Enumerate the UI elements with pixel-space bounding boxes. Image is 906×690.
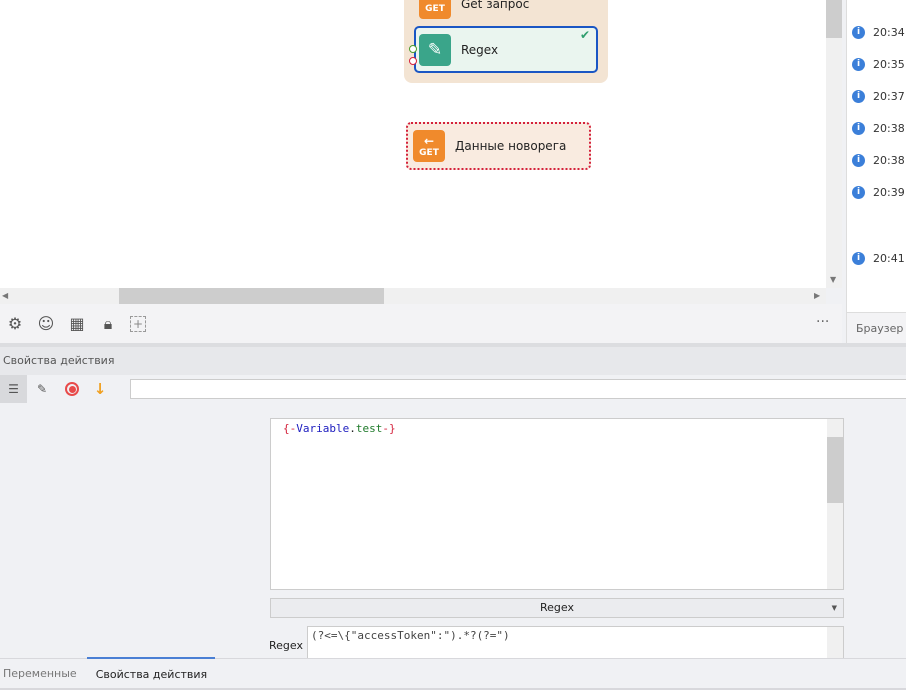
node-label: Regex	[461, 42, 499, 57]
log-entry[interactable]: i 20:38:	[852, 122, 906, 135]
info-icon: i	[852, 90, 865, 103]
tab-browser[interactable]: Браузер	[847, 312, 906, 343]
textarea-scrollbar[interactable]	[827, 419, 843, 589]
check-icon: ✔	[579, 28, 590, 42]
properties-view-icon[interactable]: ☰	[0, 375, 27, 403]
node-label: Данные новорега	[455, 139, 567, 153]
tab-variables[interactable]: Переменные	[0, 667, 87, 680]
record-icon[interactable]	[65, 382, 79, 396]
node-new-registration-data[interactable]: ← GET Данные новорега	[406, 122, 591, 170]
info-icon: i	[852, 26, 865, 39]
log-entry[interactable]: i 20:38:	[852, 154, 906, 167]
info-icon: i	[852, 122, 865, 135]
properties-header: Свойства действия	[0, 347, 906, 375]
canvas-vertical-scrollbar[interactable]: ▼	[826, 0, 842, 288]
canvas-toolbar: ⚙ ☺ ▦ 🔒︎ + ···	[0, 304, 842, 343]
log-entry[interactable]: i 20:39:	[852, 186, 906, 199]
add-icon[interactable]: +	[130, 315, 146, 332]
bottom-tabs: Переменные Свойства действия	[0, 657, 906, 690]
action-comment-input[interactable]	[130, 379, 906, 399]
error-port[interactable]	[409, 57, 417, 65]
regex-label: Regex	[269, 639, 303, 652]
log-entry[interactable]: i 20:35:	[852, 58, 906, 71]
project-canvas[interactable]: GET Get запрос ✎ Regex ✔ ← GET Данные нов…	[0, 0, 826, 288]
regex-input[interactable]: (?<=\{"accessToken":").*?(?=")	[307, 626, 844, 659]
log-entry[interactable]: i 20:34:	[852, 26, 906, 39]
log-entry[interactable]: i 20:41:	[852, 252, 906, 265]
info-icon: i	[852, 252, 865, 265]
lock-icon[interactable]: 🔒︎	[99, 314, 117, 333]
grid-icon[interactable]: ▦	[68, 314, 86, 333]
settings-icon[interactable]: ⚙	[6, 314, 24, 333]
method-select[interactable]: Regex ▼	[270, 598, 844, 618]
get-icon: ← GET	[413, 130, 445, 162]
info-icon: i	[852, 186, 865, 199]
node-get-request[interactable]: GET Get запрос	[414, 0, 598, 20]
log-panel: i 20:34: i 20:35: i 20:37: i 20:38: i 20:38: …	[846, 0, 906, 343]
info-icon: i	[852, 154, 865, 167]
input-text-area[interactable]: {-Variable.test-}	[270, 418, 844, 590]
tab-action-properties[interactable]: Свойства действия	[86, 657, 216, 688]
user-icon[interactable]: ☺	[37, 314, 55, 333]
pencil-icon: ✎	[419, 33, 451, 66]
more-button[interactable]: ···	[816, 314, 829, 330]
node-label: Get запрос	[461, 0, 530, 11]
arrow-down-icon[interactable]: ↓	[87, 380, 113, 398]
get-icon: GET	[419, 0, 451, 19]
canvas-horizontal-scrollbar[interactable]: ◀ ▶	[0, 288, 826, 304]
success-port[interactable]	[409, 45, 417, 53]
info-icon: i	[852, 58, 865, 71]
edit-notes-icon[interactable]: ✎	[27, 382, 57, 396]
node-regex[interactable]: ✎ Regex ✔	[414, 26, 598, 73]
log-entry[interactable]: i 20:37:	[852, 90, 906, 103]
